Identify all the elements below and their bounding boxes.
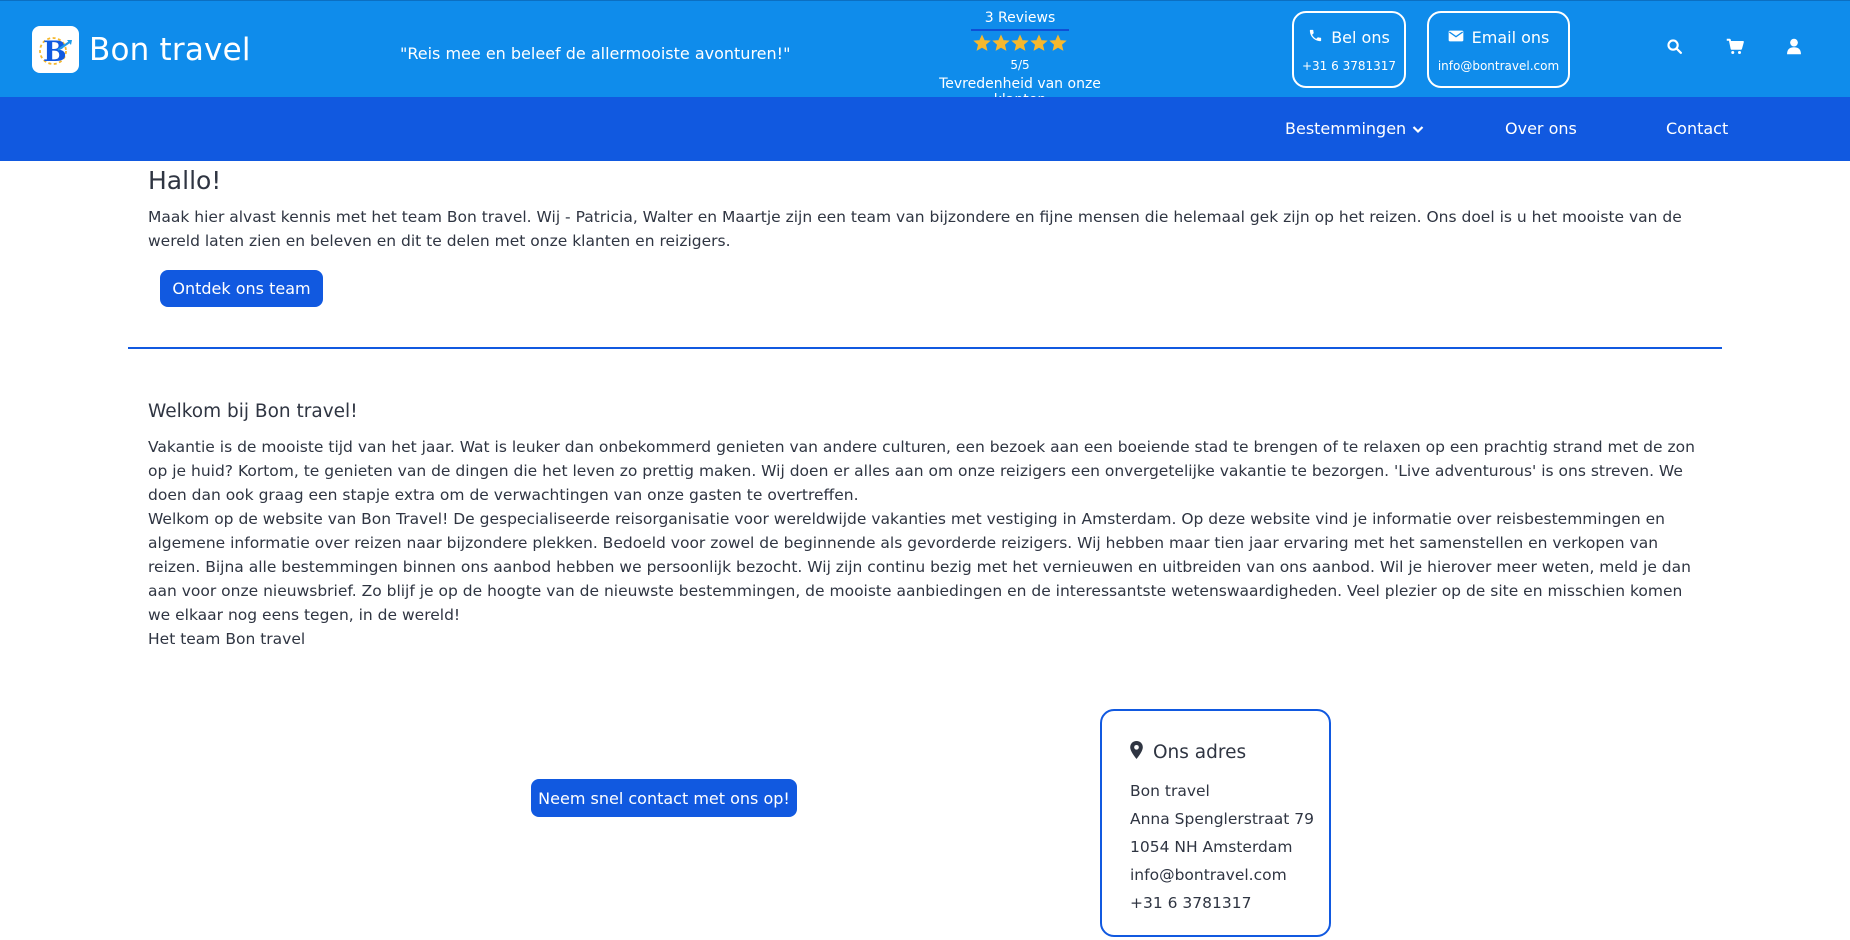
envelope-icon (1448, 28, 1464, 47)
star-icon (1011, 34, 1029, 56)
address-street: Anna Spenglerstraat 79 (1130, 810, 1315, 828)
address-name: Bon travel (1130, 782, 1210, 800)
email-us-label: Email ons (1471, 28, 1550, 47)
welcome-heading: Welkom bij Bon travel! (148, 401, 358, 422)
email-us-address: info@bontravel.com (1437, 59, 1560, 73)
user-icon[interactable] (1783, 35, 1805, 57)
address-phone[interactable]: +31 6 3781317 (1130, 889, 1314, 917)
logo-text: Bon travel (89, 31, 251, 68)
intro-heading: Hallo! (148, 166, 222, 195)
phone-icon (1308, 28, 1323, 47)
call-us-label: Bel ons (1331, 28, 1390, 47)
main-nav: Bestemmingen Over ons Contact (0, 97, 1850, 161)
nav-item-bestemmingen[interactable]: Bestemmingen (1285, 119, 1424, 138)
section-divider (128, 347, 1722, 349)
header-slogan: "Reis mee en beleef de allermooiste avon… (400, 44, 791, 63)
search-icon[interactable] (1663, 35, 1685, 57)
star-rating (916, 34, 1124, 56)
nav-item-over-ons[interactable]: Over ons (1505, 119, 1577, 138)
intro-text: Maak hier alvast kennis met het team Bon… (148, 208, 1682, 250)
discover-team-button[interactable]: Ontdek ons team (160, 270, 323, 307)
reviews-count[interactable]: 3 Reviews (970, 10, 1070, 31)
nav-item-contact[interactable]: Contact (1666, 119, 1728, 138)
reviews-widget[interactable]: 3 Reviews 5/5 Tevredenheid van onze klan… (916, 7, 1124, 108)
nav-item-label: Contact (1666, 119, 1729, 138)
nav-item-label: Over ons (1505, 119, 1577, 138)
address-email[interactable]: info@bontravel.com (1130, 861, 1314, 889)
welcome-paragraph-1: Vakantie is de mooiste tijd van het jaar… (148, 438, 1695, 504)
star-icon (973, 34, 991, 56)
star-icon (992, 34, 1010, 56)
logo-b-icon: B (32, 26, 79, 73)
welcome-body: Vakantie is de mooiste tijd van het jaar… (148, 435, 1708, 651)
logo[interactable]: B Bon travel (32, 26, 251, 73)
top-header: B Bon travel "Reis mee en beleef de alle… (0, 0, 1850, 108)
rating-score: 5/5 (1010, 58, 1030, 72)
welcome-paragraph-2: Welkom op de website van Bon Travel! De … (148, 510, 1691, 624)
nav-item-label: Bestemmingen (1285, 119, 1407, 138)
chevron-down-icon (1412, 119, 1424, 138)
call-us-button[interactable]: Bel ons +31 6 3781317 (1292, 11, 1406, 88)
welcome-signature: Het team Bon travel (148, 630, 306, 648)
address-title: Ons adres (1153, 742, 1247, 763)
address-city: 1054 NH Amsterdam (1130, 838, 1293, 856)
map-pin-icon (1130, 741, 1143, 764)
star-icon (1049, 34, 1067, 56)
cart-icon[interactable] (1724, 35, 1746, 57)
email-us-button[interactable]: Email ons info@bontravel.com (1427, 11, 1570, 88)
address-card: Ons adres Bon travel Anna Spenglerstraat… (1100, 709, 1331, 937)
call-us-number: +31 6 3781317 (1301, 59, 1397, 73)
contact-us-button[interactable]: Neem snel contact met ons op! (531, 779, 797, 817)
star-icon (1030, 34, 1048, 56)
svg-text:B: B (43, 35, 67, 68)
